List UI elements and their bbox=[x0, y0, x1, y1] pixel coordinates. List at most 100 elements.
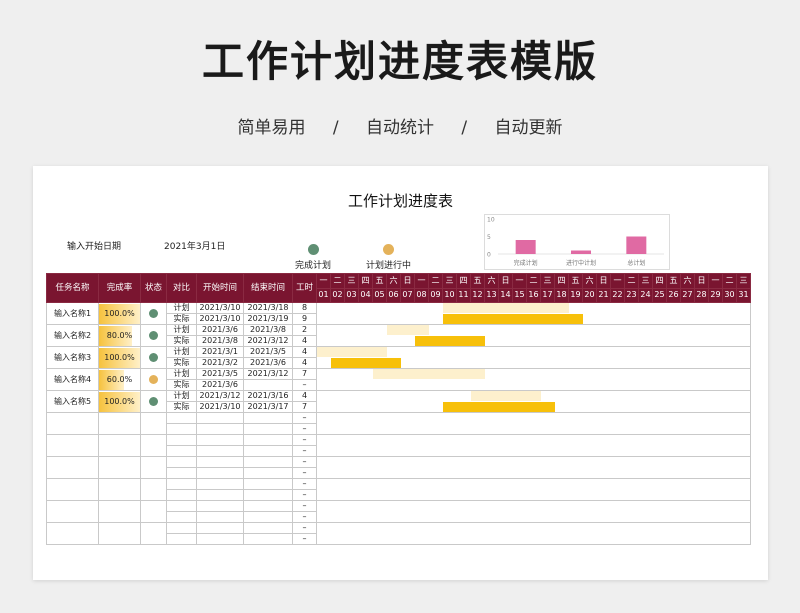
completion-rate[interactable] bbox=[98, 478, 141, 501]
start-date[interactable]: 2021/3/12 bbox=[196, 390, 244, 402]
day-header: 28 bbox=[694, 287, 709, 303]
start-date[interactable] bbox=[196, 522, 244, 534]
y-tick-label: 5 bbox=[487, 234, 491, 241]
end-date[interactable] bbox=[243, 379, 293, 391]
start-date[interactable] bbox=[196, 434, 244, 446]
gantt-track bbox=[316, 368, 751, 391]
task-name[interactable] bbox=[46, 412, 99, 435]
compare-label: 实际 bbox=[166, 313, 197, 325]
task-name[interactable] bbox=[46, 478, 99, 501]
task-name[interactable]: 输入名称5 bbox=[46, 390, 99, 413]
start-date[interactable]: 2021/3/6 bbox=[196, 324, 244, 336]
weekday-header: 一 bbox=[610, 273, 625, 289]
end-date[interactable] bbox=[243, 533, 293, 545]
completion-rate[interactable] bbox=[98, 522, 141, 545]
task-name[interactable] bbox=[46, 522, 99, 545]
end-date[interactable]: 2021/3/17 bbox=[243, 401, 293, 413]
legend-done: 完成计划 bbox=[295, 244, 331, 271]
end-date[interactable]: 2021/3/5 bbox=[243, 346, 293, 358]
task-name[interactable]: 输入名称4 bbox=[46, 368, 99, 391]
start-date[interactable] bbox=[196, 412, 244, 424]
start-date[interactable]: 2021/3/2 bbox=[196, 357, 244, 369]
work-hours: 8 bbox=[292, 302, 317, 314]
end-date[interactable] bbox=[243, 522, 293, 534]
empty-row: – bbox=[46, 456, 751, 479]
start-date[interactable] bbox=[196, 423, 244, 435]
end-date[interactable] bbox=[243, 412, 293, 424]
task-name[interactable]: 输入名称2 bbox=[46, 324, 99, 347]
weekday-header: 四 bbox=[456, 273, 471, 289]
column-header: 结束时间 bbox=[243, 273, 293, 303]
start-date[interactable] bbox=[196, 456, 244, 468]
end-date[interactable]: 2021/3/8 bbox=[243, 324, 293, 336]
end-date[interactable] bbox=[243, 467, 293, 479]
start-date[interactable] bbox=[196, 500, 244, 512]
plan-bar bbox=[373, 369, 485, 379]
start-date[interactable] bbox=[196, 511, 244, 523]
end-date[interactable]: 2021/3/18 bbox=[243, 302, 293, 314]
compare-label bbox=[166, 478, 197, 490]
start-date[interactable]: 2021/3/6 bbox=[196, 379, 244, 391]
completion-rate[interactable]: 100.0% bbox=[98, 346, 141, 369]
start-date-value[interactable]: 2021年3月1日 bbox=[164, 239, 225, 252]
start-date[interactable] bbox=[196, 533, 244, 545]
plan-bar bbox=[471, 391, 541, 401]
task-row: 输入名称3 100.0% 计划 2021/3/1 2021/3/5 4 bbox=[46, 346, 751, 369]
compare-label bbox=[166, 500, 197, 512]
start-date[interactable] bbox=[196, 489, 244, 501]
end-date[interactable] bbox=[243, 423, 293, 435]
end-date[interactable]: 2021/3/19 bbox=[243, 313, 293, 325]
completion-rate[interactable]: 60.0% bbox=[98, 368, 141, 391]
day-header: 08 bbox=[414, 287, 429, 303]
completion-rate[interactable] bbox=[98, 456, 141, 479]
end-date[interactable] bbox=[243, 478, 293, 490]
day-header: 19 bbox=[568, 287, 583, 303]
start-date[interactable]: 2021/3/5 bbox=[196, 368, 244, 380]
end-date[interactable]: 2021/3/12 bbox=[243, 368, 293, 380]
end-date[interactable] bbox=[243, 434, 293, 446]
completion-rate[interactable]: 100.0% bbox=[98, 302, 141, 325]
start-date[interactable]: 2021/3/10 bbox=[196, 313, 244, 325]
start-date[interactable]: 2021/3/1 bbox=[196, 346, 244, 358]
gantt-bars bbox=[318, 414, 750, 434]
start-date[interactable]: 2021/3/10 bbox=[196, 401, 244, 413]
completion-rate[interactable]: 100.0% bbox=[98, 390, 141, 413]
compare-label bbox=[166, 456, 197, 468]
end-date[interactable] bbox=[243, 500, 293, 512]
end-date[interactable]: 2021/3/6 bbox=[243, 357, 293, 369]
day-header: 06 bbox=[386, 287, 401, 303]
end-date[interactable] bbox=[243, 489, 293, 501]
completion-rate[interactable] bbox=[98, 434, 141, 457]
start-date[interactable] bbox=[196, 445, 244, 457]
gantt-track bbox=[316, 302, 751, 325]
completion-rate[interactable]: 80.0% bbox=[98, 324, 141, 347]
gantt-bars bbox=[318, 458, 750, 478]
end-date[interactable] bbox=[243, 456, 293, 468]
end-date[interactable]: 2021/3/12 bbox=[243, 335, 293, 347]
end-date[interactable] bbox=[243, 511, 293, 523]
y-tick-label: 10 bbox=[487, 217, 495, 224]
start-date[interactable]: 2021/3/10 bbox=[196, 302, 244, 314]
compare-label: 计划 bbox=[166, 390, 197, 402]
completion-rate[interactable] bbox=[98, 412, 141, 435]
actual-bar bbox=[443, 314, 583, 324]
check-circle-icon bbox=[149, 308, 158, 318]
bar bbox=[626, 236, 647, 254]
rate-text: 100.0% bbox=[104, 308, 135, 318]
column-header: 工时 bbox=[292, 273, 317, 303]
task-name[interactable] bbox=[46, 500, 99, 523]
end-date[interactable]: 2021/3/16 bbox=[243, 390, 293, 402]
end-date[interactable] bbox=[243, 445, 293, 457]
weekday-header: 五 bbox=[666, 273, 681, 289]
task-name[interactable]: 输入名称1 bbox=[46, 302, 99, 325]
start-date[interactable]: 2021/3/8 bbox=[196, 335, 244, 347]
status-cell bbox=[140, 456, 167, 479]
task-name[interactable]: 输入名称3 bbox=[46, 346, 99, 369]
start-date[interactable] bbox=[196, 467, 244, 479]
task-name[interactable] bbox=[46, 456, 99, 479]
column-header: 开始时间 bbox=[196, 273, 244, 303]
start-date[interactable] bbox=[196, 478, 244, 490]
task-name[interactable] bbox=[46, 434, 99, 457]
compare-label bbox=[166, 423, 197, 435]
completion-rate[interactable] bbox=[98, 500, 141, 523]
